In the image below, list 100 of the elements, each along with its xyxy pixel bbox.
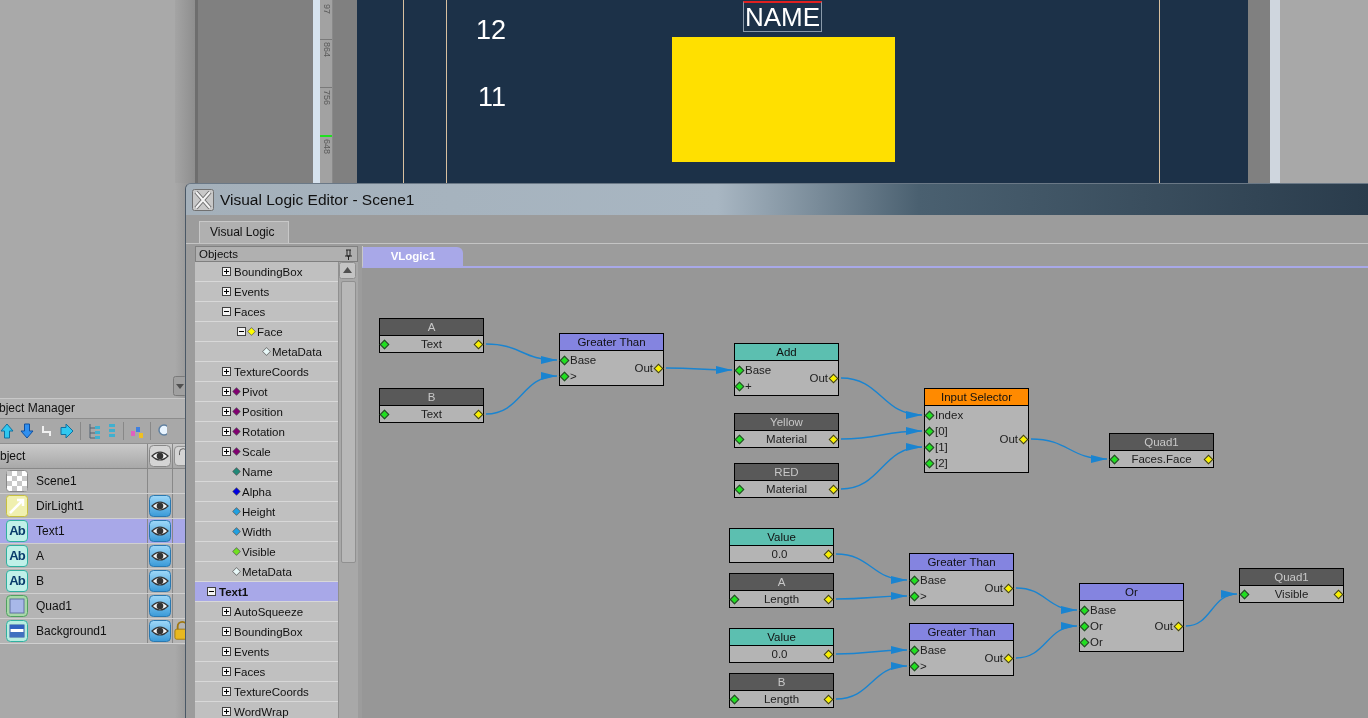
tree-item[interactable]: Pivot <box>195 382 338 402</box>
input-port-icon[interactable] <box>924 442 935 452</box>
expand-toggle-icon[interactable] <box>237 327 246 336</box>
tree-item[interactable]: AutoSqueeze <box>195 602 338 622</box>
expand-toggle-icon[interactable] <box>222 267 231 276</box>
output-port-icon[interactable] <box>473 339 484 349</box>
visibility-toggle-icon[interactable] <box>149 520 171 542</box>
logic-node[interactable]: A Length <box>729 573 834 608</box>
logic-node[interactable]: Greater Than Base > Out <box>909 553 1014 606</box>
visibility-toggle-icon[interactable] <box>149 620 171 642</box>
tree-item[interactable]: BoundingBox <box>195 262 338 282</box>
tree-item[interactable]: Events <box>195 642 338 662</box>
input-port-icon[interactable] <box>909 645 920 655</box>
expand-toggle-icon[interactable] <box>222 607 231 616</box>
input-port-icon[interactable] <box>559 355 570 365</box>
expand-toggle-icon[interactable] <box>222 367 231 376</box>
logic-node[interactable]: Greater Than Base > Out <box>909 623 1014 676</box>
logic-node[interactable]: Value 0.0 <box>729 528 834 563</box>
tree-item[interactable]: Faces <box>195 302 338 322</box>
output-port-icon[interactable] <box>823 694 834 704</box>
output-port-icon[interactable] <box>1173 621 1184 631</box>
expand-toggle-icon[interactable] <box>222 447 231 456</box>
object-row[interactable]: DirLight1 <box>0 494 185 519</box>
logic-node[interactable]: A Text <box>379 318 484 353</box>
tree-item[interactable]: Scale <box>195 442 338 462</box>
down-arrow-icon[interactable] <box>20 423 34 439</box>
logic-node[interactable]: B Text <box>379 388 484 423</box>
visibility-toggle-icon[interactable] <box>149 545 171 567</box>
logic-node[interactable]: RED Material <box>734 463 839 498</box>
logic-node[interactable]: Quad1 Visible <box>1239 568 1344 603</box>
output-port-icon[interactable] <box>1003 653 1014 663</box>
input-port-icon[interactable] <box>734 434 745 444</box>
visibility-column-icon[interactable] <box>149 445 171 467</box>
expand-toggle-icon[interactable] <box>222 407 231 416</box>
object-row[interactable]: Ab B <box>0 569 185 594</box>
visibility-toggle-icon[interactable] <box>149 595 171 617</box>
scrollbar-thumb[interactable] <box>341 281 356 563</box>
input-port-icon[interactable] <box>1079 637 1090 647</box>
right-arrow-icon[interactable] <box>60 423 74 439</box>
search-icon[interactable] <box>157 423 167 439</box>
expand-toggle-icon[interactable] <box>222 707 231 716</box>
logic-node[interactable]: Input Selector Index [0] [1] [2] Out <box>924 388 1029 473</box>
visibility-toggle-icon[interactable] <box>149 570 171 592</box>
scroll-up-icon[interactable] <box>339 262 356 279</box>
output-port-icon[interactable] <box>823 549 834 559</box>
input-port-icon[interactable] <box>924 426 935 436</box>
logic-node[interactable]: Add Base + Out <box>734 343 839 396</box>
input-port-icon[interactable] <box>379 409 390 419</box>
expand-toggle-icon[interactable] <box>207 587 216 596</box>
object-row[interactable]: Ab A <box>0 544 185 569</box>
expand-toggle-icon[interactable] <box>222 687 231 696</box>
input-port-icon[interactable] <box>734 381 745 391</box>
input-port-icon[interactable] <box>1109 454 1120 464</box>
scrollbar[interactable] <box>338 262 358 718</box>
input-port-icon[interactable] <box>1079 605 1090 615</box>
tree-item[interactable]: TextureCoords <box>195 682 338 702</box>
pin-icon[interactable] <box>344 248 353 260</box>
output-port-icon[interactable] <box>1003 583 1014 593</box>
input-port-icon[interactable] <box>729 694 740 704</box>
up-arrow-icon[interactable] <box>0 423 14 439</box>
expand-toggle-icon[interactable] <box>222 427 231 436</box>
tree-item[interactable]: BoundingBox <box>195 622 338 642</box>
tab[interactable]: Visual Logic <box>199 221 289 243</box>
object-row[interactable]: Quad1 <box>0 594 185 619</box>
output-port-icon[interactable] <box>653 363 664 373</box>
input-port-icon[interactable] <box>924 458 935 468</box>
output-port-icon[interactable] <box>828 484 839 494</box>
expand-toggle-icon[interactable] <box>222 647 231 656</box>
object-row[interactable]: Scene1 <box>0 469 185 494</box>
tree-item[interactable]: Face <box>195 322 338 342</box>
input-port-icon[interactable] <box>909 591 920 601</box>
logic-node[interactable]: Greater Than Base > Out <box>559 333 664 386</box>
logic-node[interactable]: Value 0.0 <box>729 628 834 663</box>
input-port-icon[interactable] <box>379 339 390 349</box>
object-row[interactable]: Background1 <box>0 619 185 644</box>
output-port-icon[interactable] <box>828 434 839 444</box>
output-port-icon[interactable] <box>828 373 839 383</box>
object-row[interactable]: Ab Text1 <box>0 519 185 544</box>
input-port-icon[interactable] <box>559 371 570 381</box>
output-port-icon[interactable] <box>1333 589 1344 599</box>
output-port-icon[interactable] <box>1018 434 1029 444</box>
logic-node[interactable]: B Length <box>729 673 834 708</box>
logic-node[interactable]: Yellow Material <box>734 413 839 448</box>
input-port-icon[interactable] <box>924 410 935 420</box>
logic-node[interactable]: Quad1 Faces.Face <box>1109 433 1214 468</box>
logic-node[interactable]: Or Base Or Or Out <box>1079 583 1184 652</box>
expand-toggle-icon[interactable] <box>222 627 231 636</box>
input-port-icon[interactable] <box>909 575 920 585</box>
tree-item[interactable]: Position <box>195 402 338 422</box>
tree-item[interactable]: Rotation <box>195 422 338 442</box>
expand-toggle-icon[interactable] <box>222 387 231 396</box>
output-port-icon[interactable] <box>823 649 834 659</box>
input-port-icon[interactable] <box>1239 589 1250 599</box>
input-port-icon[interactable] <box>1079 621 1090 631</box>
output-port-icon[interactable] <box>1203 454 1214 464</box>
tree-item[interactable]: Text1 <box>195 582 338 602</box>
input-port-icon[interactable] <box>734 484 745 494</box>
tree-item[interactable]: TextureCoords <box>195 362 338 382</box>
tree-item[interactable]: Events <box>195 282 338 302</box>
expand-toggle-icon[interactable] <box>222 287 231 296</box>
